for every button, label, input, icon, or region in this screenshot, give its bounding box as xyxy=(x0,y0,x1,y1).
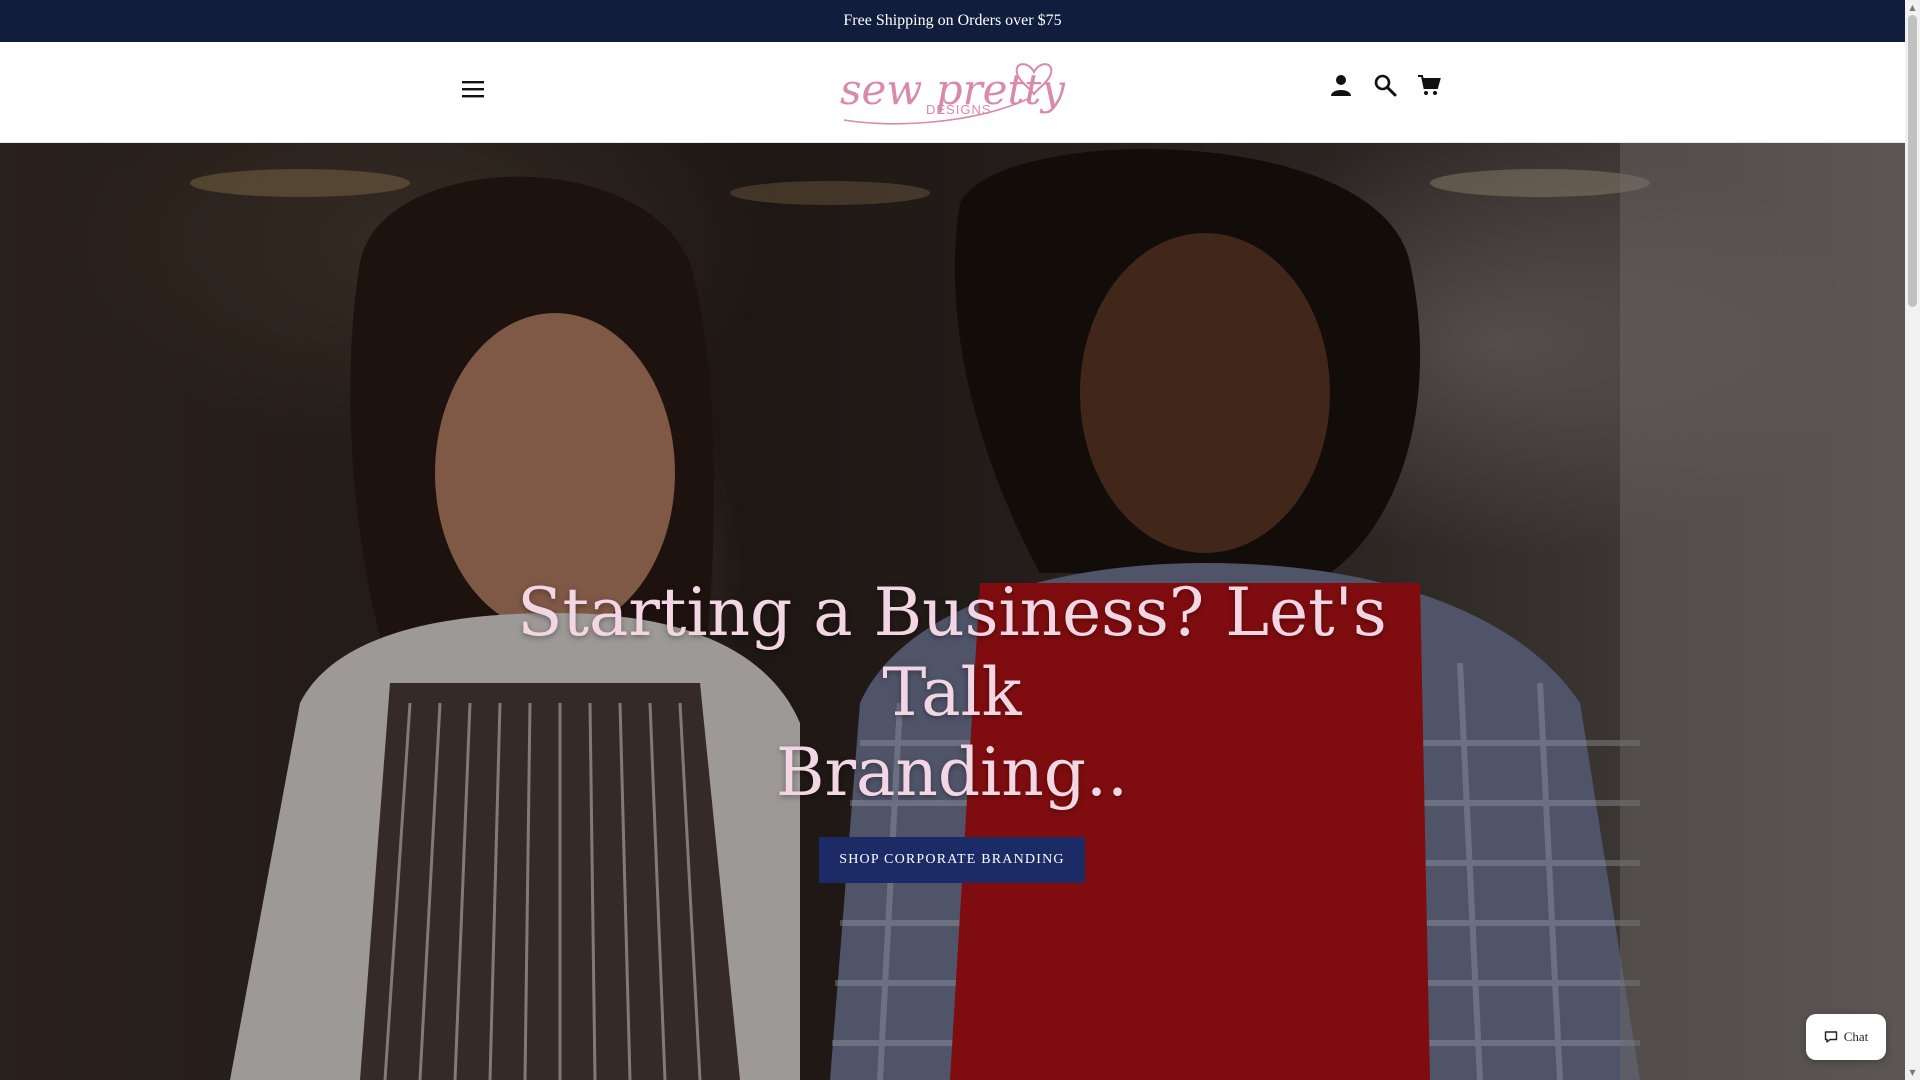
search-icon xyxy=(1374,74,1397,97)
site-header: sew pretty DESIGNS xyxy=(0,42,1905,143)
announcement-bar: Free Shipping on Orders over $75 xyxy=(0,0,1905,42)
account-button[interactable] xyxy=(1328,72,1354,98)
chat-bubble-icon xyxy=(1824,1031,1837,1043)
chat-button[interactable]: Chat xyxy=(1806,1014,1886,1060)
site-logo[interactable]: sew pretty DESIGNS xyxy=(834,54,1070,130)
hero-title-line1: Starting a Business? Let's Talk xyxy=(517,574,1387,731)
menu-icon xyxy=(462,81,484,98)
page-scrollbar[interactable]: ▲ ▼ xyxy=(1905,0,1920,1080)
scroll-up-arrow-icon[interactable]: ▲ xyxy=(1905,0,1920,15)
scroll-down-arrow-icon[interactable]: ▼ xyxy=(1905,1065,1920,1080)
hero-banner: Starting a Business? Let's Talk Branding… xyxy=(0,143,1905,1080)
hero-title-line2: Branding.. xyxy=(776,734,1128,811)
announcement-text: Free Shipping on Orders over $75 xyxy=(843,12,1062,29)
shop-corporate-branding-button[interactable]: SHOP CORPORATE BRANDING xyxy=(819,837,1085,883)
cart-button[interactable] xyxy=(1416,72,1442,98)
search-button[interactable] xyxy=(1372,72,1398,98)
chat-label: Chat xyxy=(1843,1029,1869,1044)
hero-content: Starting a Business? Let's Talk Branding… xyxy=(452,573,1452,883)
scrollbar-thumb[interactable] xyxy=(1908,15,1917,307)
account-icon xyxy=(1331,75,1351,96)
menu-button[interactable] xyxy=(458,78,488,100)
cart-icon xyxy=(1418,75,1441,95)
hero-title: Starting a Business? Let's Talk Branding… xyxy=(452,573,1452,813)
